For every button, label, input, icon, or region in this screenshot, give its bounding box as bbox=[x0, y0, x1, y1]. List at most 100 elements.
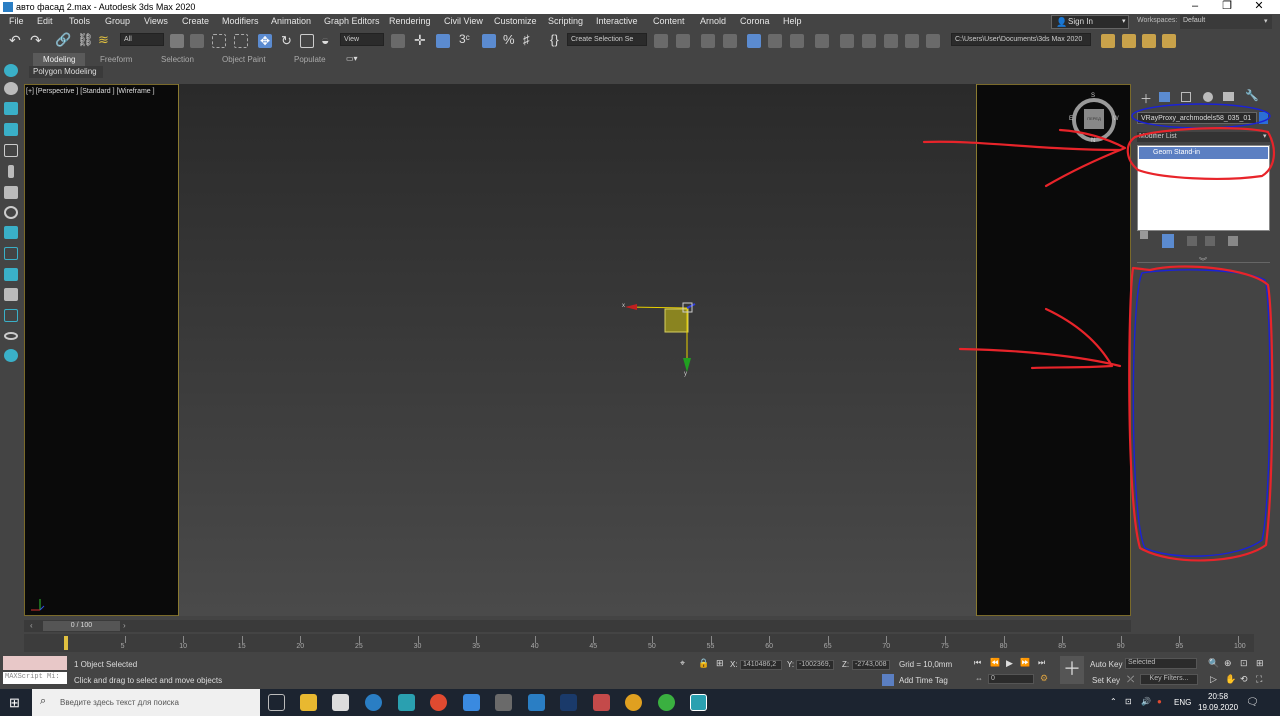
scale-icon[interactable] bbox=[300, 34, 314, 48]
object-color-swatch[interactable] bbox=[1259, 112, 1268, 124]
bulb-icon[interactable] bbox=[4, 349, 18, 362]
edit-named-selection-icon[interactable]: {} bbox=[550, 32, 559, 47]
close-button[interactable]: ✕ bbox=[1244, 0, 1274, 14]
key-filters-button[interactable]: Key Filters... bbox=[1140, 674, 1198, 685]
bind-spacewarp-icon[interactable]: ≋ bbox=[98, 32, 109, 48]
z-coordinate-field[interactable]: -2743,008 bbox=[852, 660, 890, 670]
taskbar-search[interactable]: ⌕ Введите здесь текст для поиска bbox=[32, 689, 260, 716]
undo-icon[interactable]: ↶ bbox=[9, 32, 21, 49]
curve-editor-icon[interactable] bbox=[768, 34, 782, 48]
object-name-field[interactable]: VRayProxy_archmodels58_035_01 bbox=[1137, 112, 1257, 124]
language-indicator[interactable]: ENG bbox=[1174, 698, 1191, 707]
move-icon[interactable]: ✥ bbox=[258, 34, 272, 48]
workspace-dropdown[interactable]: Default ▾ bbox=[1180, 15, 1272, 29]
layer-explorer-icon[interactable] bbox=[723, 34, 737, 48]
mirror-icon[interactable] bbox=[654, 34, 668, 48]
tab-object-paint[interactable]: Object Paint bbox=[222, 55, 266, 64]
keyboard-shortcut-toggle-icon[interactable] bbox=[436, 34, 450, 48]
3dsmax-icon[interactable] bbox=[398, 694, 415, 711]
network-icon[interactable]: ⊡ bbox=[1125, 697, 1132, 706]
project-settings-icon[interactable] bbox=[1162, 34, 1176, 48]
set-project-icon[interactable] bbox=[1142, 34, 1156, 48]
tab-freeform[interactable]: Freeform bbox=[100, 55, 132, 64]
x-coordinate-field[interactable]: 1410486,2 bbox=[740, 660, 782, 670]
isolate-icon[interactable]: ⌖ bbox=[680, 658, 685, 669]
hierarchy-icon[interactable] bbox=[8, 165, 14, 178]
next-frame-icon[interactable]: › bbox=[123, 621, 126, 630]
panel-polygon-modeling[interactable]: Polygon Modeling bbox=[29, 66, 103, 78]
material-editor-icon[interactable] bbox=[815, 34, 829, 48]
opera-icon[interactable] bbox=[365, 694, 382, 711]
zoom-extents-all-icon[interactable]: ⊞ bbox=[1256, 658, 1264, 669]
set-key-big-icon[interactable]: ＋ bbox=[1060, 656, 1084, 684]
calculator-icon[interactable] bbox=[495, 694, 512, 711]
tab-selection[interactable]: Selection bbox=[161, 55, 194, 64]
fov-icon[interactable]: ▷ bbox=[1210, 674, 1217, 685]
restore-button[interactable]: ❐ bbox=[1212, 0, 1242, 14]
project-path-dropdown[interactable]: C:\Users\User\Documents\3ds Max 2020 bbox=[951, 33, 1091, 46]
prev-frame-icon[interactable]: ‹ bbox=[30, 621, 33, 630]
gizmo-x-axis[interactable] bbox=[629, 306, 688, 309]
rendered-frame-icon[interactable] bbox=[862, 34, 876, 48]
maxscript-listener[interactable] bbox=[3, 656, 67, 670]
current-frame-marker[interactable] bbox=[64, 636, 68, 650]
time-slider-thumb[interactable]: 0 / 100 bbox=[43, 621, 120, 631]
motion-tab-icon[interactable] bbox=[1203, 92, 1213, 102]
sign-in-button[interactable]: 👤 Sign In ▾ bbox=[1051, 15, 1129, 29]
move-gizmo[interactable]: x y bbox=[615, 282, 705, 382]
app-icon-6[interactable] bbox=[463, 694, 480, 711]
orbit-icon[interactable]: ⟲ bbox=[1240, 674, 1248, 685]
redo-icon[interactable]: ↷ bbox=[30, 32, 42, 49]
track-bar[interactable] bbox=[24, 634, 1254, 652]
add-time-tag[interactable]: Add Time Tag bbox=[899, 676, 948, 685]
render-cloud-icon[interactable] bbox=[926, 34, 940, 48]
configure-modifier-sets-icon[interactable] bbox=[1228, 236, 1238, 246]
modify-icon[interactable] bbox=[4, 123, 18, 136]
3dsmax-active-icon[interactable] bbox=[690, 694, 707, 711]
remove-modifier-icon[interactable] bbox=[1205, 236, 1215, 246]
render-iterative-icon[interactable] bbox=[905, 34, 919, 48]
key-mode-dropdown[interactable]: Selected bbox=[1125, 658, 1197, 669]
motion-icon[interactable] bbox=[4, 186, 18, 199]
ribbon-options-icon[interactable]: ▭▾ bbox=[346, 54, 358, 63]
zoom-extents-icon[interactable]: ⊡ bbox=[1240, 658, 1248, 669]
clock-date[interactable]: 19.09.2020 bbox=[1198, 703, 1238, 712]
make-unique-icon[interactable] bbox=[1187, 236, 1197, 246]
tab-modeling[interactable]: Modeling bbox=[33, 53, 85, 66]
angle-snap-icon[interactable] bbox=[482, 34, 496, 48]
place-icon[interactable]: ◒ bbox=[321, 32, 329, 48]
project-folder-icon[interactable] bbox=[1101, 34, 1115, 48]
eye-icon[interactable] bbox=[4, 332, 18, 340]
pivot-center-icon[interactable] bbox=[391, 34, 405, 48]
named-selection-dropdown[interactable]: Create Selection Se bbox=[567, 33, 647, 46]
viewport-label[interactable]: [+] [Perspective ] [Standard ] [Wirefram… bbox=[26, 88, 155, 95]
rectangle-icon[interactable] bbox=[4, 309, 18, 322]
menu-file[interactable]: File bbox=[9, 16, 24, 26]
select-manipulate-icon[interactable]: ✛ bbox=[414, 32, 426, 49]
reference-coord-dropdown[interactable]: View bbox=[340, 33, 384, 46]
modifier-list-dropdown[interactable]: Modifier List ▾ bbox=[1137, 132, 1270, 142]
y-coordinate-field[interactable]: -1002369, bbox=[796, 660, 834, 670]
absolute-mode-icon[interactable]: ⊞ bbox=[716, 658, 724, 669]
hierarchy-tab-icon[interactable] bbox=[1181, 92, 1191, 102]
snaps-toggle-icon[interactable]: 3ᶜ bbox=[459, 32, 470, 46]
clock-time[interactable]: 20:58 bbox=[1208, 692, 1228, 701]
menu-create[interactable]: Create bbox=[182, 16, 209, 26]
stack-item-geom-stand-in[interactable]: Geom Stand-in bbox=[1139, 147, 1268, 159]
rect-selection-icon[interactable] bbox=[212, 34, 226, 48]
menu-content[interactable]: Content bbox=[653, 16, 685, 26]
pin-stack-icon[interactable] bbox=[1140, 231, 1148, 239]
render-production-icon[interactable] bbox=[884, 34, 898, 48]
menu-civil-view[interactable]: Civil View bbox=[444, 16, 483, 26]
layout-icon[interactable] bbox=[4, 247, 18, 260]
select-object-icon[interactable] bbox=[170, 34, 184, 48]
app-icon-11[interactable] bbox=[625, 694, 642, 711]
menu-animation[interactable]: Animation bbox=[271, 16, 311, 26]
tray-chevron-icon[interactable]: ⌃ bbox=[1110, 697, 1117, 706]
maximize-viewport-icon[interactable]: ⛶ bbox=[1256, 674, 1262, 685]
menu-tools[interactable]: Tools bbox=[69, 16, 90, 26]
menu-interactive[interactable]: Interactive bbox=[596, 16, 638, 26]
menu-modifiers[interactable]: Modifiers bbox=[222, 16, 259, 26]
time-tag-icon[interactable] bbox=[882, 674, 894, 686]
list-icon[interactable] bbox=[4, 144, 18, 157]
